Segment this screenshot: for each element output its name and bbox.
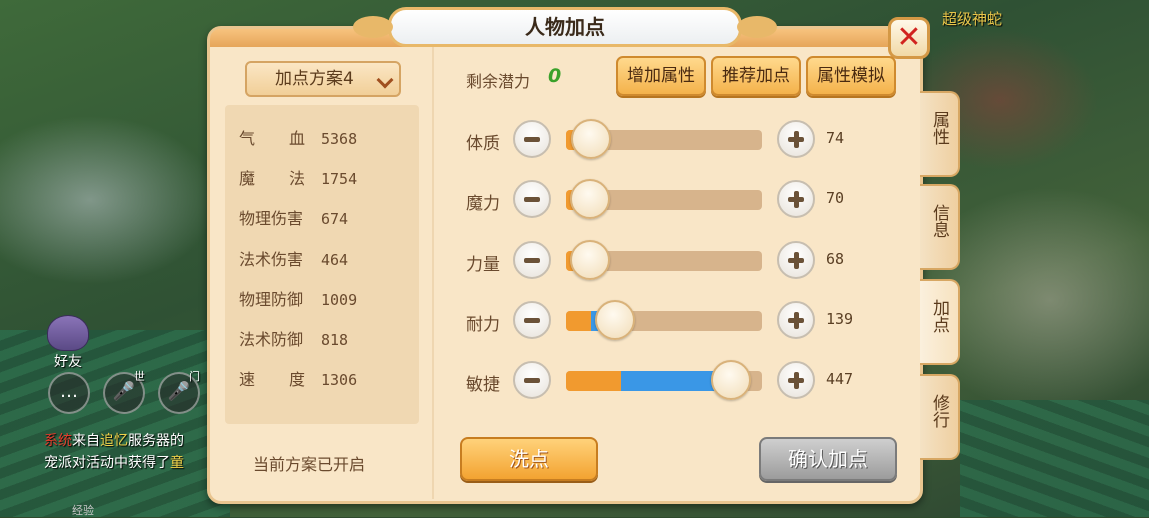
slider-knob[interactable] <box>569 240 610 280</box>
decrease-button[interactable] <box>513 180 551 218</box>
chat-highlight[interactable]: 追忆 <box>100 433 128 449</box>
npc-name-label[interactable]: 超级神蛇 <box>942 8 1002 29</box>
increase-button[interactable] <box>777 241 815 279</box>
minus-icon <box>524 137 540 142</box>
friend-label: 好友 <box>54 354 82 370</box>
decrease-button[interactable] <box>513 301 551 339</box>
voice-tag-team: 门 <box>189 370 200 383</box>
plus-icon-stroke <box>794 252 799 269</box>
voice-tag-world: 世 <box>134 370 145 383</box>
confirm-points-button[interactable]: 确认加点 <box>759 437 897 481</box>
attribute-label: 敏捷 <box>466 375 500 395</box>
attribute-value: 74 <box>826 129 845 147</box>
chat-highlight[interactable]: 童 <box>170 455 184 471</box>
minus-icon <box>524 197 540 202</box>
minus-icon <box>524 258 540 263</box>
chat-channel-tag: 系统 <box>44 433 72 449</box>
scheme-status-text: 当前方案已开启 <box>253 455 366 474</box>
increase-button[interactable] <box>777 120 815 158</box>
experience-label: 经验 <box>72 504 94 517</box>
scheme-dropdown[interactable]: 加点方案4 <box>245 61 401 97</box>
plus-icon-stroke <box>794 312 799 329</box>
scheme-dropdown-label: 加点方案4 <box>275 69 354 89</box>
friend-button[interactable]: 好友 <box>42 315 94 371</box>
slider-fill-base <box>566 371 621 391</box>
attribute-points-dialog: 人物加点 ✕ 加点方案4 气血5368 魔法1754 物理伤害 674 法术伤害 4… <box>207 7 930 504</box>
chevron-down-icon <box>376 71 394 89</box>
attribute-label: 体质 <box>466 134 500 154</box>
minus-icon <box>524 318 540 323</box>
increase-button[interactable] <box>777 301 815 339</box>
increase-button[interactable] <box>777 361 815 399</box>
decrease-button[interactable] <box>513 120 551 158</box>
potential-label: 剩余潜力 <box>466 72 531 91</box>
plus-icon-stroke <box>794 131 799 148</box>
slider-knob[interactable] <box>710 360 751 400</box>
temple-roof-right <box>960 400 1149 517</box>
recommend-points-button[interactable]: 推荐加点 <box>711 56 801 96</box>
tab-label: 加点 <box>929 299 949 333</box>
tab-label: 信息 <box>929 204 949 238</box>
attribute-simulate-button[interactable]: 属性模拟 <box>806 56 896 96</box>
dialog-title: 人物加点 <box>525 15 605 39</box>
chat-text: 服务器的 <box>128 433 184 449</box>
chat-text: 宠派对活动中获得了 <box>44 455 170 471</box>
chat-message: 系统来自追忆服务器的 <box>44 430 184 450</box>
title-plaque: 人物加点 <box>353 7 777 47</box>
plus-icon-stroke <box>794 372 799 389</box>
attribute-row: 力量 68 <box>210 238 926 284</box>
plus-icon-stroke <box>794 191 799 208</box>
chat-bubble-icon[interactable]: … <box>48 372 90 414</box>
attribute-row: 魔力 70 <box>210 177 926 223</box>
slider-knob[interactable] <box>569 179 610 219</box>
add-attribute-button[interactable]: 增加属性 <box>616 56 706 96</box>
attribute-row: 敏捷 447 <box>210 358 926 404</box>
attribute-value: 68 <box>826 250 845 268</box>
tab-label: 属性 <box>929 111 949 145</box>
attribute-value: 139 <box>826 310 854 328</box>
attribute-label: 力量 <box>466 255 500 275</box>
close-icon: ✕ <box>896 20 922 55</box>
decrease-button[interactable] <box>513 361 551 399</box>
attribute-label: 耐力 <box>466 315 500 335</box>
increase-button[interactable] <box>777 180 815 218</box>
temple-roof-left <box>0 330 230 517</box>
tab-info[interactable]: 信息 <box>920 184 960 270</box>
attribute-value: 70 <box>826 189 845 207</box>
potential-value: 0 <box>548 65 562 87</box>
decrease-button[interactable] <box>513 241 551 279</box>
attribute-row: 体质 74 <box>210 117 926 163</box>
slider-fill-base <box>566 311 592 331</box>
minus-icon <box>524 378 540 383</box>
tab-label: 修行 <box>929 394 949 428</box>
slider-knob[interactable] <box>595 300 635 340</box>
slider-knob[interactable] <box>571 119 612 159</box>
reset-points-button[interactable]: 洗点 <box>460 437 598 481</box>
chat-text: 来自 <box>72 433 100 449</box>
attribute-value: 447 <box>826 370 854 388</box>
tab-add-points[interactable]: 加点 <box>920 279 960 365</box>
attribute-row: 耐力 139 <box>210 298 926 344</box>
close-button[interactable]: ✕ <box>888 17 930 59</box>
tab-cultivation[interactable]: 修行 <box>920 374 960 460</box>
tab-attributes[interactable]: 属性 <box>920 91 960 177</box>
chat-message: 宠派对活动中获得了童 <box>44 452 184 472</box>
attribute-label: 魔力 <box>466 194 500 214</box>
friend-avatar-icon <box>47 315 89 351</box>
